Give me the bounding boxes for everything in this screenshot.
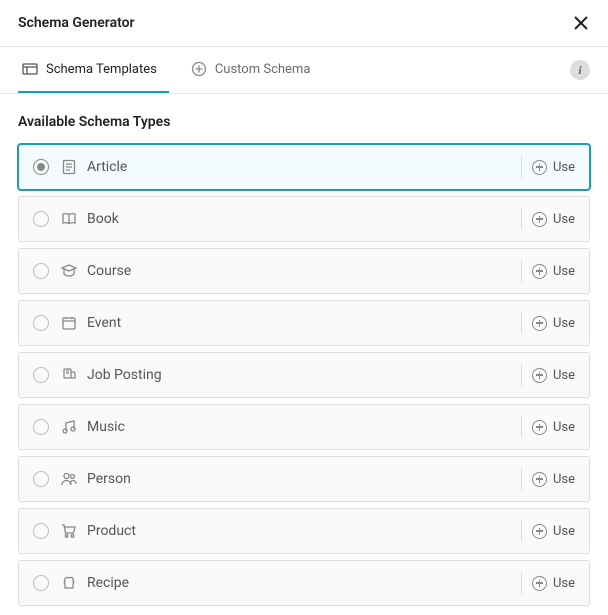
- plus-icon: [532, 524, 547, 539]
- radio-button[interactable]: [33, 367, 49, 383]
- plus-icon: [532, 576, 547, 591]
- separator: [521, 260, 522, 282]
- use-label: Use: [553, 524, 575, 539]
- use-button[interactable]: Use: [532, 264, 575, 279]
- use-label: Use: [553, 316, 575, 331]
- plus-icon: [532, 212, 547, 227]
- tab-label: Schema Templates: [46, 62, 157, 77]
- schema-item-book[interactable]: Book Use: [18, 196, 590, 242]
- tab-label: Custom Schema: [215, 62, 311, 77]
- plus-icon: [532, 472, 547, 487]
- schema-item-article[interactable]: Article Use: [18, 144, 590, 190]
- event-icon: [61, 315, 77, 331]
- separator: [521, 572, 522, 594]
- separator: [521, 364, 522, 386]
- schema-item-label: Person: [87, 471, 131, 487]
- recipe-icon: [61, 575, 77, 591]
- templates-icon: [22, 61, 38, 77]
- plus-circle-icon: [191, 61, 207, 77]
- plus-icon: [532, 160, 547, 175]
- plus-icon: [532, 368, 547, 383]
- section-heading: Available Schema Types: [0, 94, 608, 144]
- radio-button[interactable]: [33, 263, 49, 279]
- schema-item-person[interactable]: Person Use: [18, 456, 590, 502]
- radio-button[interactable]: [33, 315, 49, 331]
- use-button[interactable]: Use: [532, 524, 575, 539]
- schema-item-label: Music: [87, 419, 125, 435]
- close-button[interactable]: [572, 14, 590, 32]
- schema-item-music[interactable]: Music Use: [18, 404, 590, 450]
- schema-item-event[interactable]: Event Use: [18, 300, 590, 346]
- tab-schema-templates[interactable]: Schema Templates: [18, 47, 169, 93]
- product-icon: [61, 523, 77, 539]
- radio-button[interactable]: [33, 575, 49, 591]
- use-button[interactable]: Use: [532, 472, 575, 487]
- separator: [521, 416, 522, 438]
- schema-type-list: Article Use Book Use Course: [0, 144, 608, 606]
- plus-icon: [532, 316, 547, 331]
- separator: [521, 468, 522, 490]
- schema-item-label: Course: [87, 263, 131, 279]
- tab-custom-schema[interactable]: Custom Schema: [187, 47, 323, 93]
- schema-item-label: Article: [87, 159, 127, 175]
- separator: [521, 208, 522, 230]
- radio-button[interactable]: [33, 159, 49, 175]
- use-group: Use: [521, 468, 575, 490]
- use-button[interactable]: Use: [532, 160, 575, 175]
- radio-button[interactable]: [33, 419, 49, 435]
- use-button[interactable]: Use: [532, 420, 575, 435]
- dialog-header: Schema Generator: [0, 0, 608, 47]
- use-label: Use: [553, 576, 575, 591]
- use-label: Use: [553, 472, 575, 487]
- use-group: Use: [521, 364, 575, 386]
- separator: [521, 156, 522, 178]
- close-icon: [573, 15, 589, 31]
- use-button[interactable]: Use: [532, 368, 575, 383]
- schema-item-label: Event: [87, 315, 121, 331]
- schema-item-product[interactable]: Product Use: [18, 508, 590, 554]
- schema-item-job-posting[interactable]: Job Posting Use: [18, 352, 590, 398]
- schema-item-label: Recipe: [87, 575, 129, 591]
- plus-icon: [532, 264, 547, 279]
- use-group: Use: [521, 416, 575, 438]
- radio-button[interactable]: [33, 471, 49, 487]
- schema-item-label: Product: [87, 523, 136, 539]
- radio-button[interactable]: [33, 523, 49, 539]
- schema-item-label: Job Posting: [87, 367, 162, 383]
- dialog-title: Schema Generator: [18, 15, 135, 31]
- separator: [521, 312, 522, 334]
- use-group: Use: [521, 572, 575, 594]
- use-label: Use: [553, 420, 575, 435]
- use-label: Use: [553, 368, 575, 383]
- plus-icon: [532, 420, 547, 435]
- use-button[interactable]: Use: [532, 212, 575, 227]
- person-icon: [61, 471, 77, 487]
- schema-item-label: Book: [87, 211, 119, 227]
- use-button[interactable]: Use: [532, 576, 575, 591]
- separator: [521, 520, 522, 542]
- tabs-row: Schema Templates Custom Schema i: [0, 47, 608, 94]
- use-label: Use: [553, 212, 575, 227]
- schema-item-recipe[interactable]: Recipe Use: [18, 560, 590, 606]
- use-group: Use: [521, 520, 575, 542]
- job-icon: [61, 367, 77, 383]
- article-icon: [61, 159, 77, 175]
- use-label: Use: [553, 160, 575, 175]
- schema-item-course[interactable]: Course Use: [18, 248, 590, 294]
- use-group: Use: [521, 156, 575, 178]
- use-button[interactable]: Use: [532, 316, 575, 331]
- use-group: Use: [521, 208, 575, 230]
- book-icon: [61, 211, 77, 227]
- info-button[interactable]: i: [570, 60, 590, 80]
- use-group: Use: [521, 312, 575, 334]
- music-icon: [61, 419, 77, 435]
- course-icon: [61, 263, 77, 279]
- use-label: Use: [553, 264, 575, 279]
- use-group: Use: [521, 260, 575, 282]
- radio-button[interactable]: [33, 211, 49, 227]
